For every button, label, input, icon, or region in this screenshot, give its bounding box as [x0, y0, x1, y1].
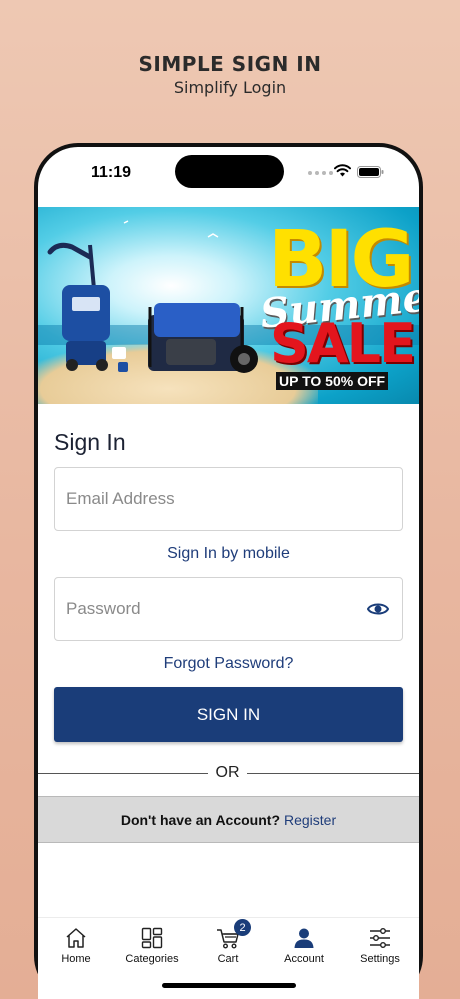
forgot-password-link[interactable]: Forgot Password?: [38, 655, 419, 673]
settings-icon: [370, 928, 390, 948]
divider-line-left: [38, 773, 208, 774]
phone-screen: 11:19 BIG Summer SALE UP TO 50% OFF Sign…: [38, 147, 419, 999]
signin-by-mobile-link[interactable]: Sign In by mobile: [38, 545, 419, 563]
banner-offer-text: UP TO 50% OFF: [276, 372, 389, 390]
promo-banner[interactable]: BIG Summer SALE UP TO 50% OFF: [38, 207, 419, 404]
tab-cart-label: Cart: [217, 953, 239, 965]
signin-button[interactable]: SIGN IN: [54, 687, 403, 742]
tab-home[interactable]: Home: [38, 918, 114, 978]
phone-frame: 11:19 BIG Summer SALE UP TO 50% OFF Sign…: [34, 143, 423, 999]
categories-icon: [141, 927, 163, 949]
wifi-icon: [334, 164, 351, 177]
home-indicator: [162, 983, 296, 988]
cart-count-badge: 2: [234, 919, 251, 936]
or-label: OR: [215, 764, 240, 781]
register-link[interactable]: Register: [284, 812, 336, 828]
show-password-eye-icon[interactable]: [367, 599, 389, 619]
signal-dots-icon: [308, 171, 333, 175]
tab-cart[interactable]: Cart 2: [190, 918, 266, 978]
pressure-washer-and-generator-image: [47, 220, 258, 373]
email-field[interactable]: [54, 467, 403, 531]
signin-heading: Sign In: [54, 429, 126, 455]
tab-account-label: Account: [284, 953, 324, 965]
tab-account[interactable]: Account: [266, 918, 342, 978]
or-divider: OR: [38, 764, 419, 784]
status-time: 11:19: [91, 164, 132, 181]
banner-sale-text: SALE: [270, 312, 416, 375]
email-input[interactable]: [55, 468, 402, 530]
dynamic-island: [175, 155, 284, 188]
tab-home-label: Home: [61, 953, 91, 965]
password-field[interactable]: [54, 577, 403, 641]
home-icon: [66, 928, 86, 948]
tab-categories-label: Categories: [125, 953, 179, 965]
tab-settings[interactable]: Settings: [342, 918, 418, 978]
divider-line-right: [247, 773, 419, 774]
register-prompt: Don't have an Account?: [120, 811, 280, 828]
tab-categories[interactable]: Categories: [114, 918, 190, 978]
register-bar: Don't have an Account? Register: [38, 796, 419, 843]
promo-title: SIMPLE SIGN IN: [138, 52, 322, 76]
password-input[interactable]: [55, 578, 402, 640]
account-icon: [294, 928, 314, 948]
tab-settings-label: Settings: [360, 953, 400, 965]
promo-subtitle: Simplify Login: [173, 78, 287, 97]
battery-icon: [357, 166, 384, 178]
